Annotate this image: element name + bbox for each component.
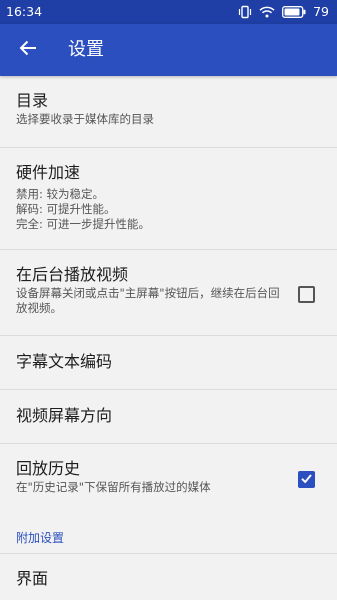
section-header-extra: 附加设置 bbox=[0, 516, 337, 554]
setting-playback-history-title: 回放历史 bbox=[16, 459, 81, 478]
playback-history-checkbox[interactable] bbox=[298, 471, 315, 488]
setting-hardware-acceleration-summary: 禁用: 较为稳定。 解码: 可提升性能。 完全: 可进一步提升性能。 bbox=[16, 187, 321, 232]
setting-playback-history-summary: 在"历史记录"下保留所有播放过的媒体 bbox=[16, 480, 211, 494]
setting-directory-title: 目录 bbox=[16, 91, 49, 110]
setting-screen-orientation-title: 视频屏幕方向 bbox=[16, 406, 113, 425]
summary-line-disabled: 禁用: 较为稳定。 bbox=[16, 187, 105, 201]
setting-directory-summary: 选择要收录于媒体库的目录 bbox=[16, 112, 154, 126]
vibrate-icon bbox=[238, 5, 252, 19]
setting-interface-title: 界面 bbox=[16, 569, 49, 588]
status-icons: 79 bbox=[238, 4, 329, 20]
setting-background-playback-summary: 设备屏幕关闭或点击"主屏幕"按钮后，继续在后台回放视频。 bbox=[16, 286, 280, 315]
summary-line-decode: 解码: 可提升性能。 bbox=[16, 202, 116, 216]
status-bar: 16:34 79 bbox=[0, 0, 337, 24]
page-title: 设置 bbox=[68, 39, 104, 60]
setting-subtitle-encoding[interactable]: 字幕文本编码 bbox=[0, 336, 337, 390]
arrow-left-icon bbox=[18, 38, 38, 62]
setting-interface[interactable]: 界面 bbox=[0, 554, 337, 598]
back-button[interactable] bbox=[8, 30, 48, 70]
settings-list: 目录 选择要收录于媒体库的目录 硬件加速 禁用: 较为稳定。 解码: 可提升性能… bbox=[0, 76, 337, 598]
battery-level: 79 bbox=[313, 4, 329, 19]
background-playback-checkbox[interactable] bbox=[298, 286, 315, 303]
status-time: 16:34 bbox=[6, 4, 43, 19]
setting-background-playback[interactable]: 在后台播放视频 设备屏幕关闭或点击"主屏幕"按钮后，继续在后台回放视频。 bbox=[0, 250, 337, 336]
app-bar: 设置 bbox=[0, 24, 337, 76]
battery-icon bbox=[282, 6, 306, 18]
checkmark-icon bbox=[300, 470, 313, 489]
setting-playback-history[interactable]: 回放历史 在"历史记录"下保留所有播放过的媒体 bbox=[0, 444, 337, 516]
setting-hardware-acceleration[interactable]: 硬件加速 禁用: 较为稳定。 解码: 可提升性能。 完全: 可进一步提升性能。 bbox=[0, 148, 337, 250]
setting-subtitle-encoding-title: 字幕文本编码 bbox=[16, 352, 113, 371]
setting-screen-orientation[interactable]: 视频屏幕方向 bbox=[0, 390, 337, 444]
setting-background-playback-title: 在后台播放视频 bbox=[16, 265, 129, 284]
summary-line-full: 完全: 可进一步提升性能。 bbox=[16, 217, 151, 231]
wifi-icon bbox=[259, 6, 275, 18]
setting-directory[interactable]: 目录 选择要收录于媒体库的目录 bbox=[0, 76, 337, 148]
setting-hardware-acceleration-title: 硬件加速 bbox=[16, 163, 81, 182]
